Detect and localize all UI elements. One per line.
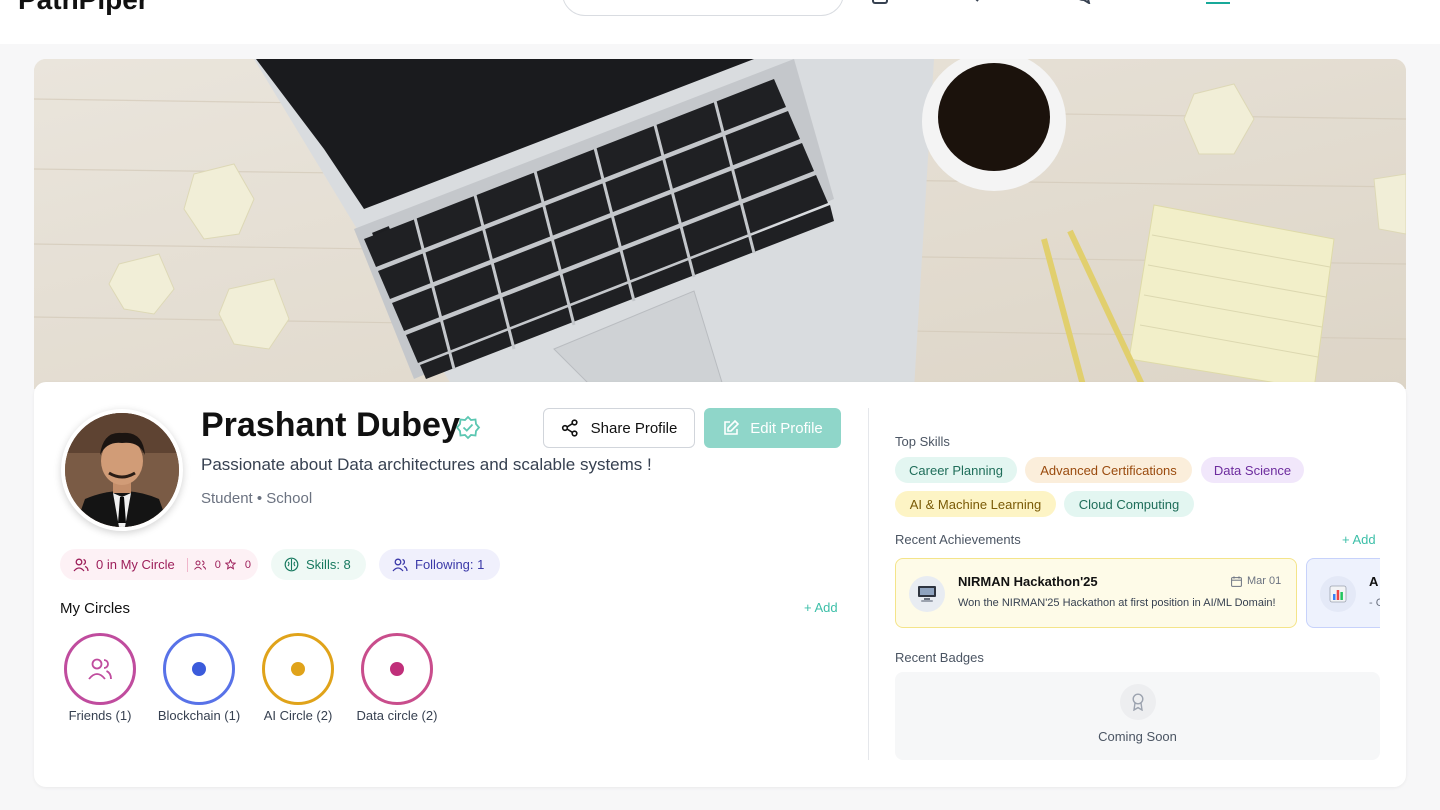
skill-tag[interactable]: AI & Machine Learning <box>895 491 1056 517</box>
add-achievement-button[interactable]: + Add <box>1342 532 1376 547</box>
home-icon[interactable] <box>872 0 888 4</box>
divider <box>186 557 188 572</box>
users-small-icon <box>193 560 206 570</box>
edit-icon <box>724 419 740 435</box>
messages-icon[interactable] <box>1076 0 1092 4</box>
edit-profile-label: Edit Profile <box>750 419 823 437</box>
add-circle-button[interactable]: + Add <box>804 600 838 615</box>
achievement-card[interactable]: A - C <box>1306 558 1380 628</box>
share-profile-button[interactable]: Share Profile <box>543 408 695 448</box>
skills-stat-chip[interactable]: Skills: 8 <box>271 549 366 580</box>
profile-bio: Passionate about Data architectures and … <box>201 455 652 474</box>
share-profile-label: Share Profile <box>590 419 678 437</box>
cover-image <box>34 59 1406 389</box>
bar-chart-icon <box>1320 576 1356 612</box>
top-navbar: PathPiper <box>0 0 1440 44</box>
star-count: 0 <box>224 558 251 571</box>
top-skills-title: Top Skills <box>895 434 950 449</box>
achievement-date: Mar 01 <box>1231 575 1281 587</box>
following-stat-label: Following: 1 <box>415 557 485 572</box>
verified-check-icon <box>455 415 481 441</box>
brain-icon <box>284 557 299 572</box>
circle-ai[interactable] <box>262 633 334 705</box>
skill-tag[interactable]: Advanced Certifications <box>1025 457 1192 483</box>
skills-stat-label: Skills: 8 <box>306 557 351 572</box>
achievement-description: - C <box>1369 597 1380 609</box>
circle-blockchain[interactable] <box>163 633 235 705</box>
avatar[interactable] <box>61 409 183 531</box>
achievement-date-text: Mar 01 <box>1247 575 1282 587</box>
profile-menu-icon[interactable] <box>1318 0 1326 4</box>
circle-dot <box>192 662 206 676</box>
profile-card: Prashant Dubey Passionate about Data arc… <box>34 382 1406 787</box>
settings-icon[interactable] <box>1378 0 1386 4</box>
achievement-card[interactable]: NIRMAN Hackathon'25 Mar 01 Won the NIRMA… <box>895 558 1297 628</box>
opportunities-nav-active[interactable] <box>1206 0 1230 4</box>
explore-icon[interactable] <box>966 0 982 4</box>
users-icon <box>73 558 89 571</box>
recent-achievements-title: Recent Achievements <box>895 532 1021 547</box>
achievements-carousel[interactable]: NIRMAN Hackathon'25 Mar 01 Won the NIRMA… <box>895 558 1380 630</box>
circle-dot <box>291 662 305 676</box>
profile-name: Prashant Dubey <box>201 406 460 444</box>
award-icon <box>1120 684 1156 720</box>
circle-friends[interactable] <box>64 633 136 705</box>
my-circle-stat-chip[interactable]: 0 in My Circle 0 0 <box>60 549 258 580</box>
following-stat-chip[interactable]: Following: 1 <box>379 549 500 580</box>
skill-tag[interactable]: Career Planning <box>895 457 1017 483</box>
calendar-icon <box>1231 575 1242 587</box>
circle-label: Data circle (2) <box>356 708 438 723</box>
friends-users-icon <box>88 658 112 680</box>
star-icon <box>224 559 236 570</box>
achievement-title: NIRMAN Hackathon'25 <box>958 574 1098 589</box>
circle-dot <box>390 662 404 676</box>
star-count-value: 0 <box>244 558 251 571</box>
following-users-icon <box>392 558 408 571</box>
recent-badges-title: Recent Badges <box>895 650 984 665</box>
profile-meta: Student • School <box>201 490 313 507</box>
circle-label: AI Circle (2) <box>263 708 333 723</box>
computer-icon <box>909 576 945 612</box>
my-circle-stat-label: 0 in My Circle <box>96 557 175 572</box>
skill-tag[interactable]: Data Science <box>1201 457 1304 483</box>
circle-label: Blockchain (1) <box>157 708 241 723</box>
circle-label: Friends (1) <box>68 708 132 723</box>
achievement-title: A <box>1369 574 1379 589</box>
coming-soon-label: Coming Soon <box>1098 729 1177 744</box>
notifications-icon[interactable] <box>1152 0 1160 4</box>
share-icon <box>561 419 578 437</box>
my-circles-title: My Circles <box>60 600 130 617</box>
search-input[interactable] <box>562 0 844 16</box>
brand-logo[interactable]: PathPiper <box>18 0 149 16</box>
section-divider <box>868 408 869 760</box>
skill-tag[interactable]: Cloud Computing <box>1064 491 1194 517</box>
circle-count: 0 <box>193 558 221 571</box>
circle-data[interactable] <box>361 633 433 705</box>
edit-profile-button[interactable]: Edit Profile <box>704 408 841 448</box>
achievement-description: Won the NIRMAN'25 Hackathon at first pos… <box>958 597 1276 609</box>
circle-count-value: 0 <box>214 558 221 571</box>
badges-empty-state: Coming Soon <box>895 672 1380 760</box>
